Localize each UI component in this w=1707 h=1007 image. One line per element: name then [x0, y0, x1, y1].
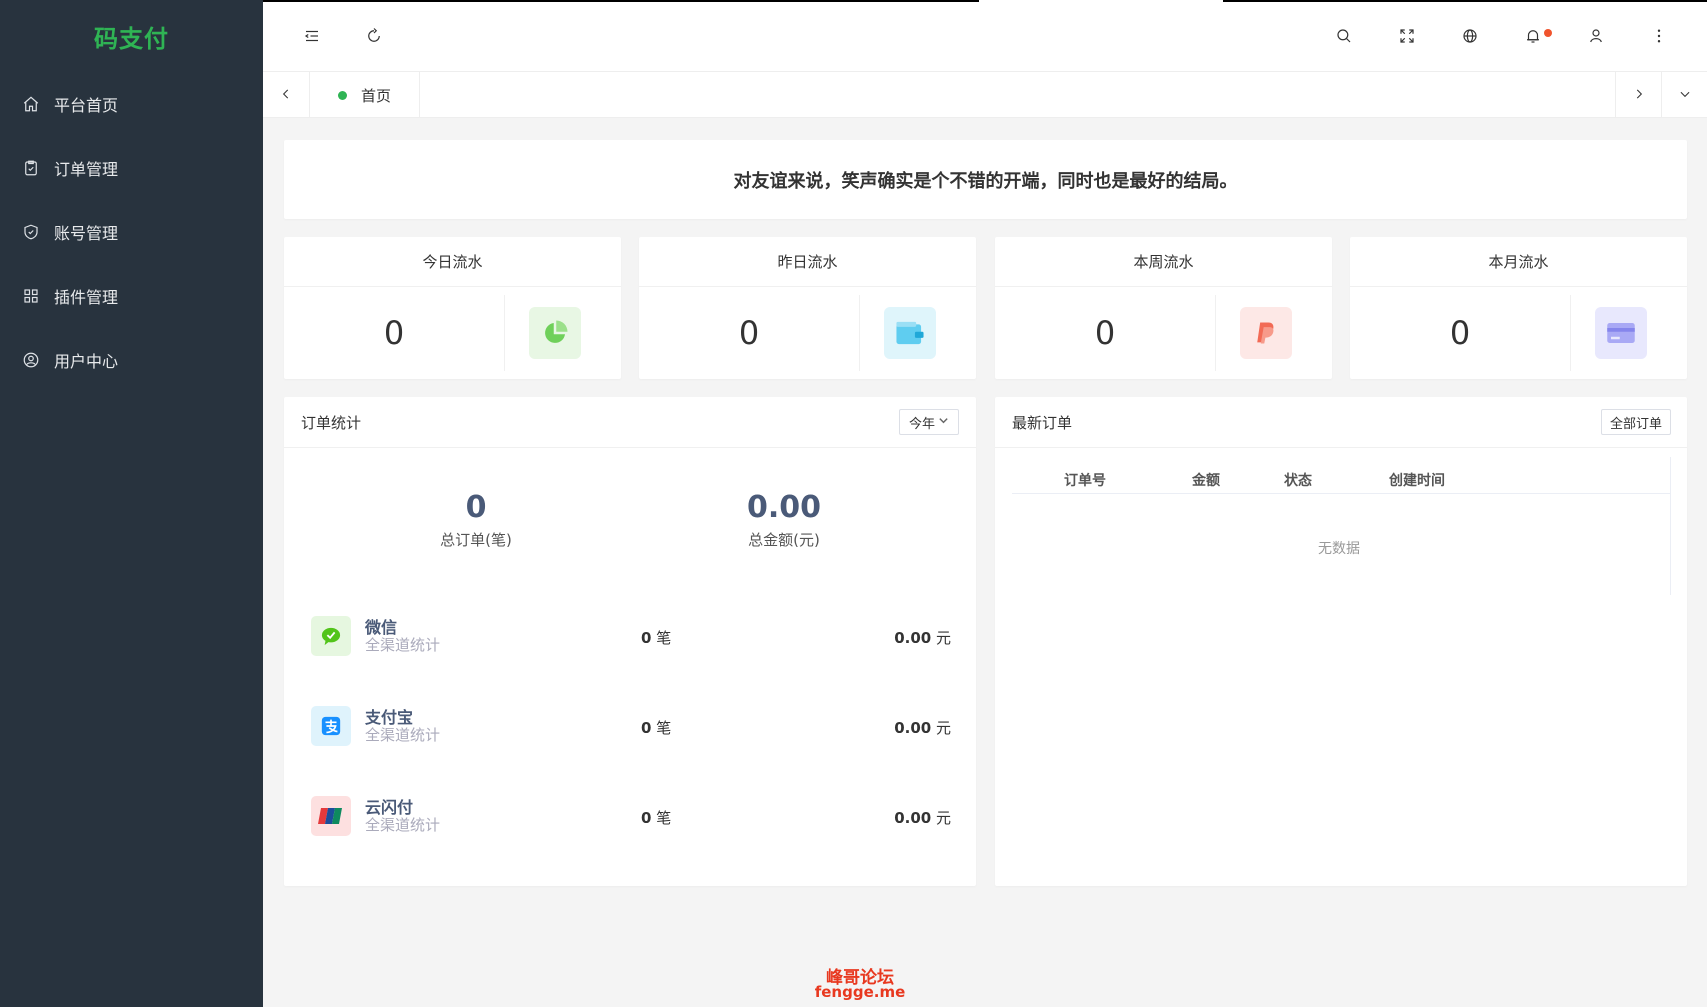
tab-home[interactable]: 首页 [309, 72, 421, 118]
sidebar-item-user-center[interactable]: 用户中心 [0, 328, 263, 392]
active-tab-dot [338, 90, 347, 100]
total-amount-value: 0.00 [746, 490, 822, 525]
sidebar-item-orders[interactable]: 订单管理 [0, 136, 263, 200]
channel-amount: 0.00 元 [894, 809, 951, 827]
stat-title: 本周流水 [995, 237, 1332, 287]
tabs-scroll-left-button[interactable] [263, 72, 309, 118]
brand-logo[interactable]: 码支付 [0, 0, 263, 72]
wechat-icon [311, 616, 351, 656]
stat-title: 本月流水 [1350, 237, 1687, 287]
all-orders-button[interactable]: 全部订单 [1601, 409, 1671, 435]
total-orders-label: 总订单(笔) [440, 531, 512, 549]
tab-label: 首页 [361, 86, 392, 105]
sidebar-item-label: 订单管理 [54, 160, 119, 179]
top-header [263, 0, 1707, 72]
chevron-down-icon [1678, 86, 1692, 105]
stat-value: 0 [1094, 314, 1116, 352]
channel-sub: 全渠道统计 [365, 726, 441, 744]
empty-placeholder: 无数据 [1318, 541, 1360, 557]
stat-value: 0 [738, 314, 760, 352]
unionpay-icon [311, 796, 351, 836]
total-amount-label: 总金额(元) [748, 531, 820, 549]
card-icon [1595, 307, 1647, 359]
chevron-left-icon [279, 86, 293, 105]
channel-row-unionpay: 云闪付 全渠道统计 0 笔 0.00 元 [311, 794, 951, 838]
stat-value: 0 [1449, 314, 1471, 352]
clipboard-icon [22, 159, 40, 177]
all-orders-label: 全部订单 [1609, 416, 1662, 432]
stat-title: 昨日流水 [639, 237, 976, 287]
sidebar: 码支付 平台首页 订单管理 账号管理 插件管理 用户中心 [0, 0, 263, 1007]
column-header-order-no[interactable]: 订单号 [1064, 470, 1106, 490]
channel-count: 0 笔 [641, 629, 672, 647]
quote-text: 对友谊来说，笑声确实是个不错的开端，同时也是最好的结局。 [733, 170, 1238, 192]
tabs-dropdown-button[interactable] [1661, 72, 1707, 118]
wallet-icon [884, 307, 936, 359]
sidebar-item-label: 账号管理 [54, 224, 119, 243]
range-value: 今年 [908, 416, 935, 432]
more-icon[interactable] [1648, 25, 1670, 47]
fullscreen-icon[interactable] [1396, 25, 1418, 47]
stat-card-yesterday: 昨日流水 0 [639, 237, 976, 379]
grid-icon [22, 287, 40, 305]
sidebar-item-home[interactable]: 平台首页 [0, 72, 263, 136]
channel-amount: 0.00 元 [894, 719, 951, 737]
channel-sub: 全渠道统计 [365, 636, 441, 654]
orders-table [1012, 457, 1671, 595]
sidebar-item-accounts[interactable]: 账号管理 [0, 200, 263, 264]
chevron-down-icon [935, 415, 949, 430]
bell-icon[interactable] [1522, 25, 1552, 47]
stat-card-month: 本月流水 0 [1350, 237, 1687, 379]
column-header-amount[interactable]: 金额 [1192, 470, 1220, 490]
notification-dot [1544, 29, 1552, 37]
pie-chart-icon [529, 307, 581, 359]
stat-card-today: 今日流水 0 [284, 237, 621, 379]
sidebar-item-label: 用户中心 [54, 352, 119, 371]
chevron-right-icon [1632, 86, 1646, 105]
tabs-bar: 首页 [263, 72, 1707, 118]
quote-banner: 对友谊来说，笑声确实是个不错的开端，同时也是最好的结局。 [284, 140, 1687, 219]
channel-count: 0 笔 [641, 719, 672, 737]
shield-icon [22, 223, 40, 241]
channel-row-wechat: 微信 全渠道统计 0 笔 0.00 元 [311, 614, 951, 658]
order-stats-panel: 订单统计 今年 0 总订单(笔) 0.00 总金额(元) 微信 全渠道统计 0 … [284, 397, 976, 886]
range-select[interactable]: 今年 [899, 409, 959, 435]
alipay-icon [311, 706, 351, 746]
refresh-icon[interactable] [363, 25, 385, 47]
sidebar-item-label: 平台首页 [54, 96, 119, 115]
total-orders-value: 0 [465, 490, 487, 525]
channel-row-alipay: 支付宝 全渠道统计 0 笔 0.00 元 [311, 704, 951, 748]
channel-sub: 全渠道统计 [365, 816, 441, 834]
sidebar-item-label: 插件管理 [54, 288, 119, 307]
user-circle-icon [22, 351, 40, 369]
channel-amount: 0.00 元 [894, 629, 951, 647]
paypal-icon [1240, 307, 1292, 359]
search-icon[interactable] [1333, 25, 1355, 47]
column-header-created-time[interactable]: 创建时间 [1389, 470, 1445, 490]
channel-count: 0 笔 [641, 809, 672, 827]
globe-icon[interactable] [1459, 25, 1481, 47]
watermark-url: fengge.me [814, 983, 906, 1001]
total-amount-summary: 0.00 总金额(元) [684, 490, 884, 550]
home-icon [22, 95, 40, 113]
panel-title: 最新订单 [1012, 413, 1073, 432]
stat-value: 0 [383, 314, 405, 352]
loading-bar [263, 0, 1707, 2]
menu-fold-icon[interactable] [301, 25, 323, 47]
stat-title: 今日流水 [284, 237, 621, 287]
user-icon[interactable] [1585, 25, 1607, 47]
total-orders-summary: 0 总订单(笔) [376, 490, 576, 550]
sidebar-item-plugins[interactable]: 插件管理 [0, 264, 263, 328]
stat-card-week: 本周流水 0 [995, 237, 1332, 379]
column-header-status[interactable]: 状态 [1284, 470, 1312, 490]
panel-title: 订单统计 [301, 413, 362, 432]
tabs-scroll-right-button[interactable] [1615, 72, 1661, 118]
